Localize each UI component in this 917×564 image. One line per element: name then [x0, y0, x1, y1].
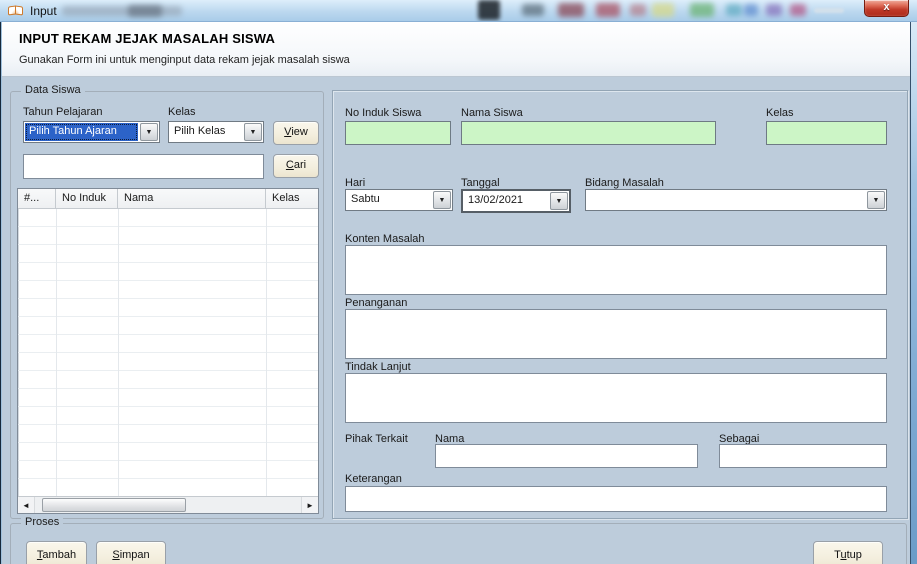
pihak-terkait-label: Pihak Terkait	[345, 433, 408, 445]
chevron-down-icon[interactable]: ▼	[244, 123, 262, 141]
kelas-filter-value: Pilih Kelas	[174, 125, 226, 137]
kelas-detail-label: Kelas	[766, 107, 794, 119]
form-content: INPUT REKAM JEJAK MASALAH SISWA Gunakan …	[2, 22, 910, 564]
close-icon: x	[883, 1, 890, 13]
tahun-pelajaran-label: Tahun Pelajaran	[23, 106, 103, 118]
keterangan-field[interactable]	[345, 486, 887, 512]
chevron-down-icon[interactable]: ▼	[867, 191, 885, 209]
form-header: INPUT REKAM JEJAK MASALAH SISWA Gunakan …	[2, 22, 910, 77]
kelas-filter-label: Kelas	[168, 106, 196, 118]
tindak-lanjut-label: Tindak Lanjut	[345, 361, 411, 373]
column-header-no-induk[interactable]: No Induk	[56, 189, 118, 208]
column-header-number[interactable]: #...	[18, 189, 56, 208]
scrollbar-thumb[interactable]	[42, 498, 186, 512]
proses-group-label: Proses	[21, 516, 64, 528]
konten-masalah-label: Konten Masalah	[345, 233, 425, 245]
search-input[interactable]	[23, 154, 264, 179]
penanganan-textarea[interactable]	[345, 309, 887, 359]
penanganan-label: Penanganan	[345, 297, 408, 309]
tanggal-value: 13/02/2021	[468, 194, 524, 206]
page-subtitle: Gunakan Form ini untuk menginput data re…	[19, 54, 350, 66]
app-window: Input x INPUT REKAM JEJAK MASALAH SISWA …	[0, 0, 917, 564]
hari-combobox[interactable]: Sabtu ▼	[345, 189, 453, 211]
view-button[interactable]: View	[273, 121, 319, 145]
scroll-right-icon[interactable]: ►	[301, 497, 318, 513]
cari-button[interactable]: Cari	[273, 154, 319, 178]
simpan-button[interactable]: Simpan	[96, 541, 166, 564]
tanggal-label: Tanggal	[461, 177, 500, 189]
bidang-masalah-combobox[interactable]: ▼	[585, 189, 887, 211]
data-siswa-group: Data Siswa Tahun Pelajaran Kelas Pilih T…	[10, 84, 324, 519]
pihak-nama-field[interactable]	[435, 444, 698, 468]
nama-siswa-field[interactable]	[461, 121, 716, 145]
chevron-down-icon[interactable]: ▼	[140, 123, 158, 141]
horizontal-scrollbar[interactable]: ◄ ►	[18, 496, 318, 513]
book-icon	[8, 4, 24, 17]
window-title: Input	[30, 4, 57, 18]
tutup-button[interactable]: Tutup	[813, 541, 883, 564]
sebagai-field[interactable]	[719, 444, 887, 468]
tanggal-datepicker[interactable]: 13/02/2021 ▼	[461, 189, 571, 213]
hari-label: Hari	[345, 177, 366, 189]
bidang-masalah-label: Bidang Masalah	[585, 177, 664, 189]
students-table[interactable]: #... No Induk Nama Kelas ◄ ►	[17, 188, 319, 514]
tindak-lanjut-textarea[interactable]	[345, 373, 887, 423]
titlebar: Input x	[0, 0, 917, 22]
window-border-right	[910, 22, 917, 564]
close-button[interactable]: x	[864, 0, 909, 17]
students-table-header: #... No Induk Nama Kelas	[18, 189, 318, 209]
tahun-pelajaran-value: Pilih Tahun Ajaran	[25, 123, 138, 141]
tambah-button[interactable]: Tambah	[26, 541, 87, 564]
kelas-detail-field[interactable]	[766, 121, 887, 145]
chevron-down-icon[interactable]: ▼	[550, 192, 568, 210]
data-siswa-group-label: Data Siswa	[21, 84, 85, 96]
detail-form-panel: No Induk Siswa Nama Siswa Kelas Hari Tan…	[332, 90, 908, 519]
scroll-left-icon[interactable]: ◄	[18, 497, 35, 513]
chevron-down-icon[interactable]: ▼	[433, 191, 451, 209]
tahun-pelajaran-combobox[interactable]: Pilih Tahun Ajaran ▼	[23, 121, 160, 143]
column-header-nama[interactable]: Nama	[118, 189, 266, 208]
no-induk-siswa-field[interactable]	[345, 121, 451, 145]
hari-value: Sabtu	[351, 193, 380, 205]
column-header-kelas[interactable]: Kelas	[266, 189, 318, 208]
kelas-filter-combobox[interactable]: Pilih Kelas ▼	[168, 121, 264, 143]
bidang-masalah-value	[586, 190, 866, 210]
proses-group: Proses Tambah Simpan Tutup	[10, 516, 907, 564]
students-table-body[interactable]	[18, 209, 318, 496]
no-induk-siswa-label: No Induk Siswa	[345, 107, 422, 119]
konten-masalah-textarea[interactable]	[345, 245, 887, 295]
nama-siswa-label: Nama Siswa	[461, 107, 523, 119]
page-title: INPUT REKAM JEJAK MASALAH SISWA	[19, 31, 276, 46]
keterangan-label: Keterangan	[345, 473, 402, 485]
